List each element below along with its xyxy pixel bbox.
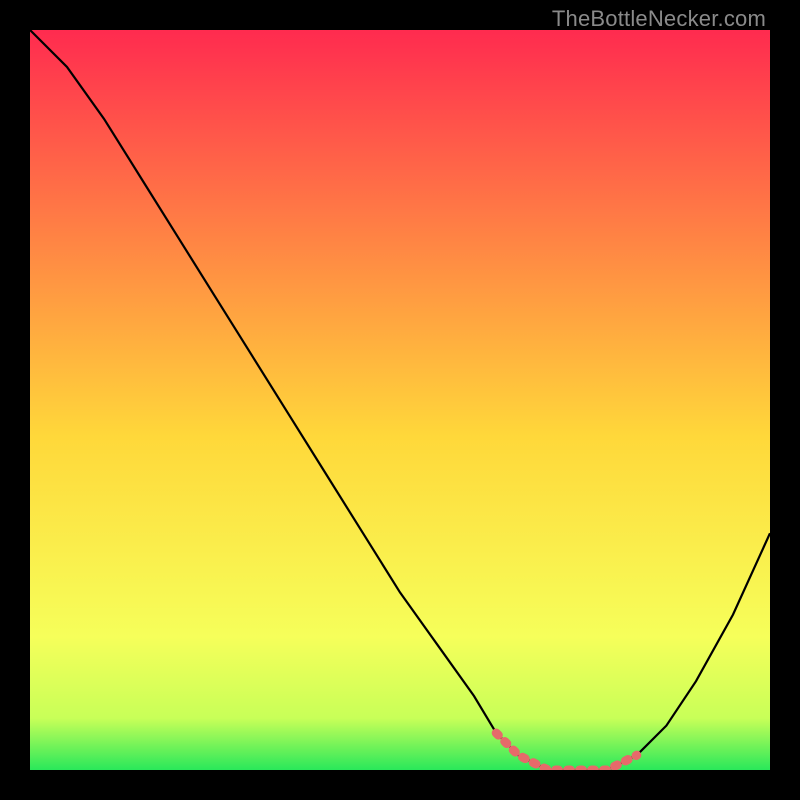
watermark-text: TheBottleNecker.com	[552, 6, 766, 32]
chart-background-gradient	[30, 30, 770, 770]
chart-frame	[30, 30, 770, 770]
bottleneck-chart	[30, 30, 770, 770]
